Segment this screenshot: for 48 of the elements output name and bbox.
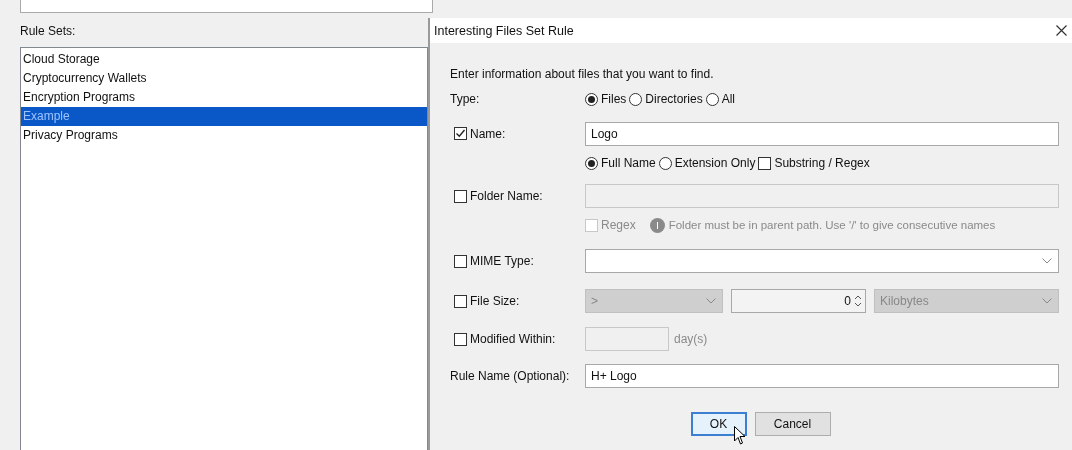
radio-button[interactable] (629, 92, 643, 106)
name-field[interactable]: Logo (585, 121, 1059, 146)
rule-name-label: Rule Name (Optional): (450, 369, 570, 383)
chevron-down-icon (1042, 258, 1052, 264)
spinner-arrows-icon (854, 294, 862, 308)
close-icon[interactable] (1056, 25, 1067, 36)
rule-set-list[interactable]: Cloud Storage Cryptocurrency Wallets Encryption Programs Example Privacy Programs (20, 47, 428, 450)
window-title: Interesting Files Set Rule (434, 23, 574, 38)
checkbox-label: MIME Type: (470, 254, 534, 268)
list-item[interactable]: Privacy Programs (21, 126, 427, 145)
rule-sets-label: Rule Sets: (20, 23, 77, 40)
radio-label: All (721, 92, 736, 106)
unit-label: day(s) (674, 332, 708, 346)
instruction-text: Enter information about files that you want to find. (450, 67, 715, 81)
radio-button[interactable] (585, 156, 598, 170)
info-icon (649, 217, 665, 233)
checkbox-label: Folder Name: (470, 189, 543, 203)
checkbox-label: Regex (601, 218, 636, 232)
cursor-icon (734, 426, 746, 445)
text-field[interactable] (20, 0, 433, 13)
option-label: Full Name (601, 156, 656, 170)
list-item[interactable]: Cryptocurrency Wallets (21, 69, 427, 88)
list-item[interactable]: Example (21, 107, 427, 126)
spinner-value: 0 (844, 294, 851, 308)
checkbox-label: Name: (470, 126, 506, 141)
list-item[interactable]: Encryption Programs (21, 88, 427, 107)
checkbox-label: File Size: (470, 294, 520, 308)
type-label: Type: (450, 92, 480, 106)
ok-button[interactable]: OK (690, 412, 747, 436)
checkbox-label: Modified Within: (470, 332, 556, 346)
dropdown-value: Kilobytes (880, 294, 929, 308)
radio-button[interactable] (658, 156, 672, 170)
radio-button[interactable] (585, 92, 598, 106)
cancel-button[interactable]: Cancel (754, 412, 831, 436)
rule-name-field[interactable]: H+ Logo (585, 364, 1059, 388)
dropdown-value: > (591, 294, 598, 308)
hint-text: Folder must be in parent path. Use '/' to give consecutive names (668, 219, 996, 231)
checkbox[interactable] (758, 156, 772, 170)
option-label: Extension Only (674, 156, 756, 170)
chevron-down-icon (1042, 298, 1052, 304)
radio-label: Directories (645, 92, 703, 106)
list-item[interactable]: Cloud Storage (21, 50, 427, 69)
option-label: Substring / Regex (774, 156, 870, 170)
radio-label: Files (601, 92, 627, 106)
radio-button[interactable] (705, 92, 719, 106)
checkbox[interactable] (454, 127, 467, 140)
checkbox[interactable] (454, 254, 467, 268)
chevron-down-icon (706, 298, 716, 304)
